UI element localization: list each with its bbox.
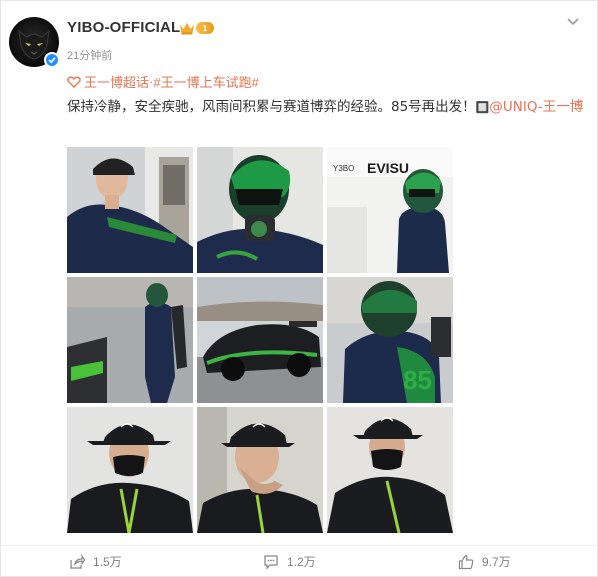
grid-image-3[interactable]: Y3BO EVISU	[327, 147, 453, 273]
topic-line: 王一博超话 · #王一博上车试跑#	[67, 72, 259, 91]
share-button[interactable]: 1.5万	[69, 553, 122, 570]
like-icon	[458, 554, 474, 569]
truck-small-sign: Y3BO	[333, 164, 354, 173]
truck-sign: EVISU	[367, 160, 409, 176]
topic-super[interactable]: 王一博超话	[84, 72, 149, 91]
grid-image-7[interactable]	[67, 407, 193, 533]
mention-link-icon: 🔲	[475, 101, 490, 114]
race-number: 85	[403, 365, 432, 395]
action-bar: 1.5万 1.2万 9.7万	[1, 545, 598, 577]
grid-image-8[interactable]	[197, 407, 323, 533]
share-icon	[70, 553, 85, 569]
avatar[interactable]	[9, 17, 60, 68]
image-grid: Y3BO EVISU 85	[67, 147, 453, 533]
crown-icon	[180, 23, 194, 35]
grid-image-2[interactable]	[197, 147, 323, 273]
grid-image-5[interactable]	[197, 277, 323, 403]
weibo-post-card: YIBO-OFFICIAL 1 21分钟前 王一博超话 · #王一博上车试跑# …	[0, 0, 598, 577]
comment-count: 1.2万	[287, 555, 316, 569]
comment-button[interactable]: 1.2万	[263, 553, 316, 570]
like-count: 9.7万	[482, 555, 511, 569]
username[interactable]: YIBO-OFFICIAL	[67, 19, 180, 36]
post-body: 保持冷静，安全疾驰，风雨间积累与赛道博弈的经验。85号再出发！	[67, 99, 476, 115]
comment-icon	[264, 554, 278, 570]
vip-badge[interactable]: 1	[179, 21, 214, 35]
topic-icon	[67, 76, 81, 88]
chevron-down-icon[interactable]	[565, 13, 581, 29]
vip-level: 1	[196, 22, 214, 34]
share-count: 1.5万	[93, 555, 122, 569]
verified-icon	[44, 52, 60, 68]
grid-image-1[interactable]	[67, 147, 193, 273]
mention-link[interactable]: @UNIQ-王一博	[489, 99, 583, 115]
grid-image-9[interactable]	[327, 407, 453, 533]
like-button[interactable]: 9.7万	[458, 553, 511, 570]
grid-image-6[interactable]: 85	[327, 277, 453, 403]
grid-image-4[interactable]	[67, 277, 193, 403]
topic-hashtag[interactable]: #王一博上车试跑#	[153, 72, 258, 91]
post-time[interactable]: 21分钟前	[67, 47, 112, 63]
post-text: 保持冷静，安全疾驰，风雨间积累与赛道博弈的经验。85号再出发！🔲@UNIQ-王一…	[67, 95, 587, 120]
